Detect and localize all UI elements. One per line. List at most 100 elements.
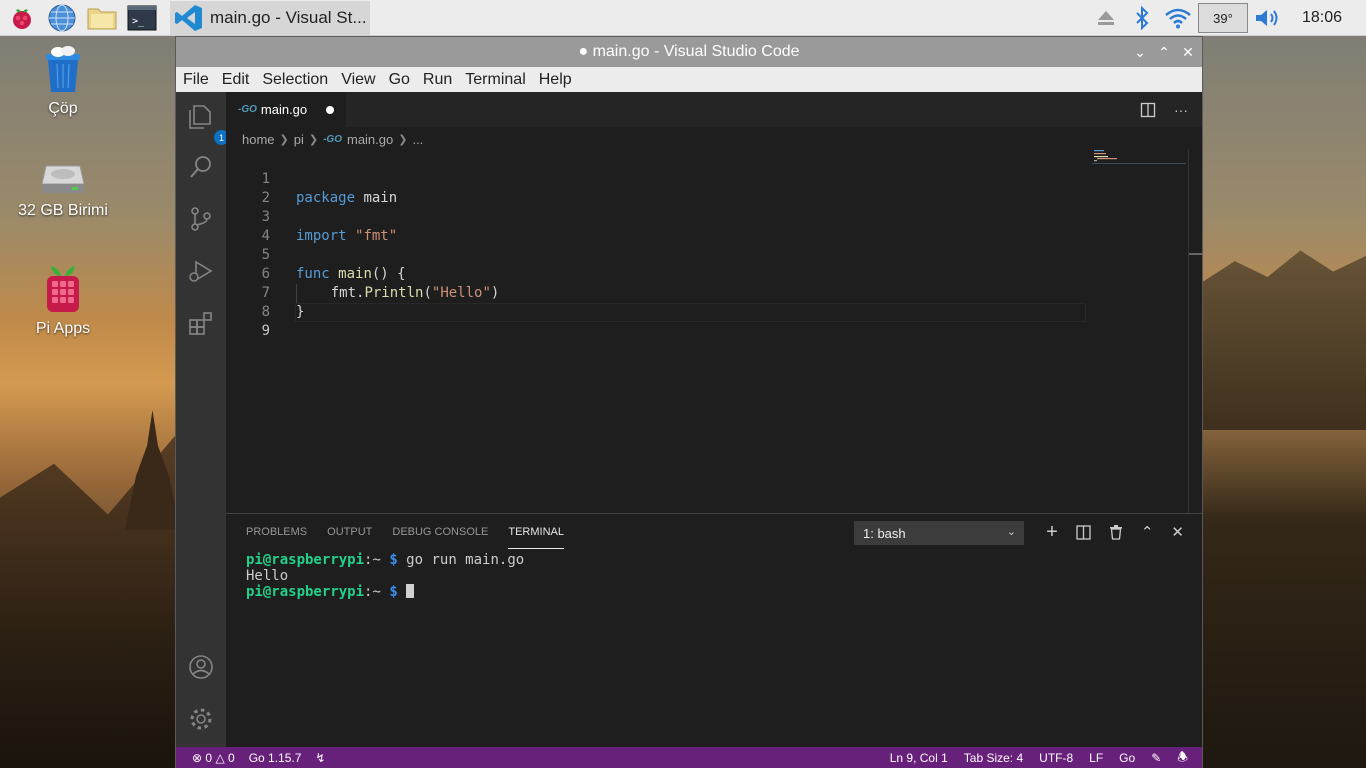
minimize-chevron-icon[interactable]: ⌄ xyxy=(1134,44,1146,61)
eol-status[interactable]: LF xyxy=(1089,751,1103,765)
code-line[interactable]: 4 xyxy=(226,208,1086,244)
tab-debug-console[interactable]: DEBUG CONSOLE xyxy=(392,516,488,548)
close-panel-icon[interactable]: ✕ xyxy=(1171,523,1184,541)
menu-terminal[interactable]: Terminal xyxy=(465,71,525,89)
language-status[interactable]: Go xyxy=(1119,751,1135,765)
run-debug-icon[interactable] xyxy=(188,258,214,284)
clock[interactable]: 18:06 xyxy=(1302,9,1342,27)
tab-main-go[interactable]: -GO main.go xyxy=(226,92,346,127)
desktop-icon-label: Pi Apps xyxy=(35,320,91,337)
go-version-status[interactable]: Go 1.15.7 xyxy=(249,751,302,765)
terminal-line: pi@raspberrypi:~ $ go run main.go xyxy=(246,552,524,568)
editor-actions: ··· xyxy=(1140,92,1188,127)
editor-scrollbar[interactable] xyxy=(1188,149,1203,513)
desktop-icon-drive[interactable]: 32 GB Birimi xyxy=(8,160,118,220)
feedback-icon[interactable]: ✎ xyxy=(1151,751,1161,765)
desktop-icon-label: 32 GB Birimi xyxy=(18,202,108,219)
cpu-temperature[interactable]: 39° xyxy=(1197,3,1248,33)
live-share-icon[interactable]: ↯ xyxy=(315,751,325,765)
panel-tabs: PROBLEMS OUTPUT DEBUG CONSOLE TERMINAL xyxy=(226,514,564,550)
code-editor[interactable]: 1 package main 2 3 import "fmt" 4 5 func… xyxy=(226,151,1086,339)
vscode-window: ● main.go - Visual Studio Code ⌄ ⌃ ✕ Fil… xyxy=(175,36,1203,768)
window-title: ● main.go - Visual Studio Code xyxy=(578,43,800,60)
desktop-icon-trash[interactable]: Çöp xyxy=(8,46,118,118)
terminal-prompt-user: pi@raspberrypi xyxy=(246,552,365,568)
warning-count: 0 xyxy=(228,751,235,765)
terminal-app-icon[interactable]: >_ xyxy=(124,0,160,36)
split-terminal-icon[interactable] xyxy=(1076,524,1091,540)
window-titlebar[interactable]: ● main.go - Visual Studio Code ⌄ ⌃ ✕ xyxy=(176,37,1202,67)
error-count: 0 xyxy=(205,751,213,765)
tab-label: main.go xyxy=(260,102,308,117)
terminal-command: go run main.go xyxy=(397,552,525,568)
maximize-panel-chevron-up-icon[interactable]: ⌃ xyxy=(1141,523,1154,541)
breadcrumb-file[interactable]: main.go xyxy=(347,132,393,147)
menu-file[interactable]: File xyxy=(183,71,209,89)
menubar: File Edit Selection View Go Run Terminal… xyxy=(176,67,1202,92)
terminal-prompt-user: pi@raspberrypi xyxy=(246,584,365,600)
code-line[interactable]: 5 func main() { xyxy=(226,227,1086,282)
file-manager-folder-icon[interactable] xyxy=(84,0,120,36)
menu-go[interactable]: Go xyxy=(389,71,410,89)
eject-icon[interactable] xyxy=(1090,0,1122,36)
code-line[interactable]: 9 xyxy=(226,303,1086,339)
tab-problems[interactable]: PROBLEMS xyxy=(246,516,307,548)
taskbar-task-label: main.go - Visual St... xyxy=(210,7,367,27)
code-line[interactable]: 6 fmt.Println("Hello") xyxy=(226,246,1086,303)
go-file-icon: -GO xyxy=(323,133,342,145)
wifi-icon[interactable] xyxy=(1162,0,1194,36)
status-bar: ⊗ 0 △ 0 Go 1.15.7 ↯ Ln 9, Col 1 Tab Size… xyxy=(176,747,1202,768)
breadcrumb-home[interactable]: home xyxy=(242,132,275,147)
trash-icon xyxy=(8,46,118,94)
minimap[interactable] xyxy=(1092,149,1186,169)
code-line[interactable]: 1 package main xyxy=(226,151,1086,206)
code-line[interactable]: 7 } xyxy=(226,265,1086,320)
scrollbar-thumb[interactable] xyxy=(1189,253,1203,255)
terminal-output[interactable]: pi@raspberrypi:~ $ go run main.go Hello … xyxy=(246,552,524,600)
terminal-output-text: Hello xyxy=(246,568,289,584)
maximize-chevron-icon[interactable]: ⌃ xyxy=(1158,44,1170,61)
terminal-select-value: 1: bash xyxy=(863,525,906,541)
terminal-prompt-dollar: $ xyxy=(389,584,398,600)
volume-icon[interactable] xyxy=(1252,0,1284,36)
menu-view[interactable]: View xyxy=(341,71,375,89)
unsaved-dot-icon[interactable] xyxy=(326,106,334,114)
browser-globe-icon[interactable] xyxy=(44,0,80,36)
menu-run[interactable]: Run xyxy=(423,71,452,89)
desktop-icon-pi-apps[interactable]: Pi Apps xyxy=(8,264,118,338)
code-line[interactable]: 8 xyxy=(226,284,1086,320)
close-icon[interactable]: ✕ xyxy=(1182,44,1194,61)
split-editor-icon[interactable] xyxy=(1140,102,1156,118)
explorer-files-icon[interactable]: 1 xyxy=(188,104,229,145)
breadcrumb-symbol[interactable]: ... xyxy=(412,132,423,147)
cursor-position-status[interactable]: Ln 9, Col 1 xyxy=(890,751,948,765)
code-line[interactable]: 3 import "fmt" xyxy=(226,189,1086,244)
tab-terminal[interactable]: TERMINAL xyxy=(508,516,564,549)
encoding-status[interactable]: UTF-8 xyxy=(1039,751,1073,765)
chevron-right-icon: ❯ xyxy=(398,133,408,146)
editor-group: -GO main.go ··· home ❯ pi ❯ -GO main.go … xyxy=(226,92,1203,513)
taskbar-vscode-window[interactable]: main.go - Visual St... xyxy=(170,0,370,35)
desktop-icon-label: Çöp xyxy=(48,100,78,117)
menu-edit[interactable]: Edit xyxy=(222,71,250,89)
menu-selection[interactable]: Selection xyxy=(262,71,328,89)
terminal-prompt-dollar: $ xyxy=(389,552,398,568)
search-icon[interactable] xyxy=(188,154,214,180)
extensions-icon[interactable] xyxy=(188,310,214,336)
new-terminal-plus-icon[interactable]: + xyxy=(1046,521,1058,544)
code-line[interactable]: 2 xyxy=(226,170,1086,206)
account-icon[interactable] xyxy=(188,654,214,680)
terminal-select[interactable]: 1: bash ⌄ xyxy=(854,521,1024,545)
problems-status[interactable]: ⊗ 0 △ 0 xyxy=(192,751,235,765)
notifications-bell-icon[interactable]: 🕭 xyxy=(1177,748,1188,768)
trash-kill-terminal-icon[interactable] xyxy=(1109,524,1123,540)
settings-gear-icon[interactable] xyxy=(188,706,214,732)
more-actions-icon[interactable]: ··· xyxy=(1174,102,1188,118)
tab-output[interactable]: OUTPUT xyxy=(327,516,372,548)
breadcrumb-pi[interactable]: pi xyxy=(294,132,304,147)
raspberry-menu-icon[interactable] xyxy=(4,0,40,36)
bluetooth-icon[interactable] xyxy=(1126,0,1158,36)
menu-help[interactable]: Help xyxy=(539,71,572,89)
tab-size-status[interactable]: Tab Size: 4 xyxy=(964,751,1023,765)
source-control-icon[interactable] xyxy=(188,206,214,232)
